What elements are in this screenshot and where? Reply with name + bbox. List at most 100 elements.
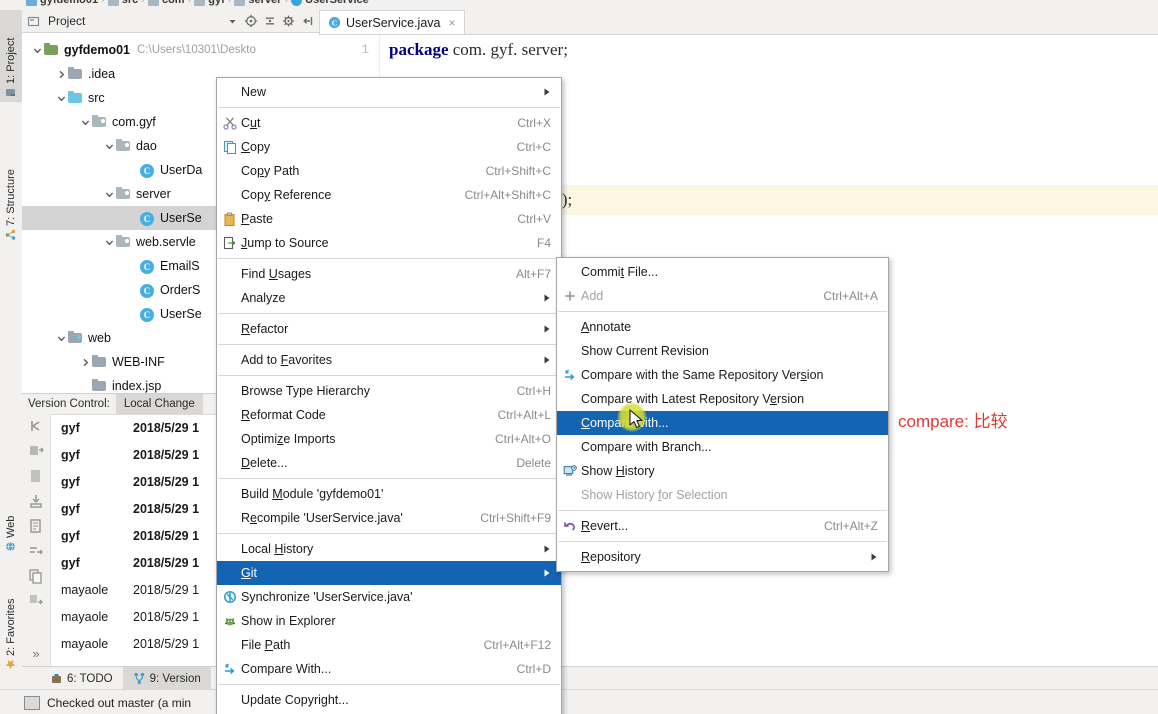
commit-date: 2018/5/29 1 — [133, 528, 200, 543]
plus-icon — [561, 289, 579, 303]
refresh-icon[interactable] — [28, 593, 44, 609]
menu-item-compare-with[interactable]: Compare with... — [557, 411, 888, 435]
menu-separator — [218, 344, 560, 345]
breadcrumb-separator: › — [227, 0, 232, 6]
close-icon[interactable]: × — [448, 16, 455, 30]
breadcrumb-item-server[interactable]: server — [234, 0, 281, 6]
chevron-right-icon[interactable] — [54, 69, 68, 80]
breadcrumb-item-userservice[interactable]: UserService — [291, 0, 369, 6]
chevron-down-icon[interactable] — [54, 333, 68, 344]
menu-item-delete[interactable]: Delete... Delete — [217, 451, 561, 475]
menu-item-copy[interactable]: Copy Ctrl+C — [217, 135, 561, 159]
menu-item-show-current-revision[interactable]: Show Current Revision — [557, 339, 888, 363]
gear-icon[interactable] — [282, 14, 296, 28]
menu-item-build-module-gyfdemo01[interactable]: Build Module 'gyfdemo01' — [217, 482, 561, 506]
menu-item-label: Show History — [581, 464, 655, 478]
menu-item-local-history[interactable]: Local History — [217, 537, 561, 561]
menu-item-update-copyright[interactable]: Update Copyright... — [217, 688, 561, 712]
tree-node-icon — [68, 331, 83, 345]
locate-icon[interactable] — [244, 14, 258, 28]
menu-item-label: Optimize Imports — [241, 432, 336, 446]
chevron-down-icon[interactable] — [78, 117, 92, 128]
menu-item-synchronize-userservice-java[interactable]: Synchronize 'UserService.java' — [217, 585, 561, 609]
menu-item-new[interactable]: New — [217, 80, 561, 104]
menu-item-copy-reference[interactable]: Copy Reference Ctrl+Alt+Shift+C — [217, 183, 561, 207]
chevron-down-icon[interactable] — [54, 93, 68, 104]
scissors-icon — [221, 116, 239, 130]
menu-item-compare-with[interactable]: Compare With... Ctrl+D — [217, 657, 561, 681]
rollback-icon[interactable] — [28, 418, 44, 434]
menu-item-compare-with-latest-repository-version[interactable]: Compare with Latest Repository Version — [557, 387, 888, 411]
breadcrumb-item-label: gyf — [208, 0, 225, 6]
tree-node-label: web.servle — [136, 235, 196, 249]
shelve-icon[interactable] — [28, 468, 44, 484]
bottom-tab-todo[interactable]: 6: TODO — [40, 667, 123, 690]
collapse-all-icon[interactable] — [263, 14, 277, 28]
tab-local-changes[interactable]: Local Change — [115, 394, 203, 414]
menu-item-git[interactable]: Git — [217, 561, 561, 585]
menu-item-browse-type-hierarchy[interactable]: Browse Type Hierarchy Ctrl+H — [217, 379, 561, 403]
unshelve-icon[interactable] — [28, 493, 44, 509]
class-icon: C — [140, 308, 154, 322]
copy-icon[interactable] — [28, 568, 44, 584]
menu-item-jump-to-source[interactable]: Jump to Source F4 — [217, 231, 561, 255]
overflow-button[interactable]: » — [32, 646, 39, 661]
chevron-down-icon[interactable] — [225, 14, 239, 28]
chevron-down-icon[interactable] — [102, 189, 116, 200]
menu-item-reformat-code[interactable]: Reformat Code Ctrl+Alt+L — [217, 403, 561, 427]
chevron-down-icon[interactable] — [102, 141, 116, 152]
menu-item-compare-with-the-same-repository-version[interactable]: Compare with the Same Repository Version — [557, 363, 888, 387]
menu-item-show-history[interactable]: Show History — [557, 459, 888, 483]
tree-node-label: WEB-INF — [112, 355, 165, 369]
context-menu[interactable]: New Cut Ctrl+X Copy Ctrl+C Copy Path Ctrl+Shif… — [216, 77, 562, 714]
menu-item-label: Compare with Latest Repository Version — [581, 392, 805, 406]
tool-window-button-structure[interactable]: 7: Structure — [0, 140, 22, 244]
menu-item-revert[interactable]: Revert... Ctrl+Alt+Z — [557, 514, 888, 538]
menu-item-file-path[interactable]: File Path Ctrl+Alt+F12 — [217, 633, 561, 657]
hide-panel-icon[interactable] — [301, 14, 315, 28]
move-icon[interactable] — [28, 543, 44, 559]
tool-window-button-web[interactable]: Web — [0, 490, 22, 556]
chevron-down-icon[interactable] — [30, 45, 44, 56]
tool-window-button-favorites[interactable]: 2: Favorites — [0, 558, 22, 674]
menu-item-repository[interactable]: Repository — [557, 545, 888, 569]
menu-item-compare-with-branch[interactable]: Compare with Branch... — [557, 435, 888, 459]
chevron-down-icon[interactable] — [102, 237, 116, 248]
breadcrumb-item-gyfdemo01[interactable]: gyfdemo01 — [26, 0, 98, 6]
menu-item-optimize-imports[interactable]: Optimize Imports Ctrl+Alt+O — [217, 427, 561, 451]
git-submenu[interactable]: Commit File... Add Ctrl+Alt+A Annotate Show … — [556, 257, 889, 572]
breadcrumb-item-gyf[interactable]: gyf — [194, 0, 225, 6]
code-line[interactable]: package com. gyf. server; — [379, 35, 1158, 65]
editor-tab-userservice[interactable]: C UserService.java × — [319, 10, 465, 34]
menu-item-paste[interactable]: Paste Ctrl+V — [217, 207, 561, 231]
menu-item-add-to-favorites[interactable]: Add to Favorites — [217, 348, 561, 372]
revert-icon — [561, 519, 579, 533]
menu-item-commit-file[interactable]: Commit File... — [557, 260, 888, 284]
menu-item-analyze[interactable]: Analyze — [217, 286, 561, 310]
submenu-arrow-icon — [848, 552, 878, 562]
menu-item-refactor[interactable]: Refactor — [217, 317, 561, 341]
tree-node-icon — [116, 235, 131, 249]
menu-item-show-in-explorer[interactable]: Show in Explorer — [217, 609, 561, 633]
bottom-tab-version-control[interactable]: 9: Version — [122, 667, 211, 690]
menu-item-copy-path[interactable]: Copy Path Ctrl+Shift+C — [217, 159, 561, 183]
commit-icon[interactable] — [28, 443, 44, 459]
breadcrumb-item-com[interactable]: com — [147, 0, 185, 6]
menu-item-shortcut: Ctrl+V — [517, 212, 551, 226]
tree-node-label: src — [88, 91, 105, 105]
group-icon[interactable] — [28, 518, 44, 534]
menu-item-label: Cut — [241, 116, 261, 130]
menu-item-recompile-userservice-java[interactable]: Recompile 'UserService.java' Ctrl+Shift+F… — [217, 506, 561, 530]
tree-node-icon: C — [140, 211, 155, 226]
history-icon — [561, 464, 579, 478]
compare-icon — [221, 662, 239, 676]
menu-item-find-usages[interactable]: Find Usages Alt+F7 — [217, 262, 561, 286]
menu-item-cut[interactable]: Cut Ctrl+X — [217, 111, 561, 135]
breadcrumb-item-label: com — [161, 0, 185, 6]
tree-node-gyfdemo01[interactable]: gyfdemo01 C:\Users\10301\Deskto — [22, 38, 319, 62]
menu-item-annotate[interactable]: Annotate — [557, 315, 888, 339]
breadcrumb-item-src[interactable]: src — [107, 0, 138, 6]
menu-item-label: Show Current Revision — [581, 344, 709, 358]
tool-window-button-project[interactable]: 1: Project — [0, 10, 22, 102]
chevron-right-icon[interactable] — [78, 357, 92, 368]
